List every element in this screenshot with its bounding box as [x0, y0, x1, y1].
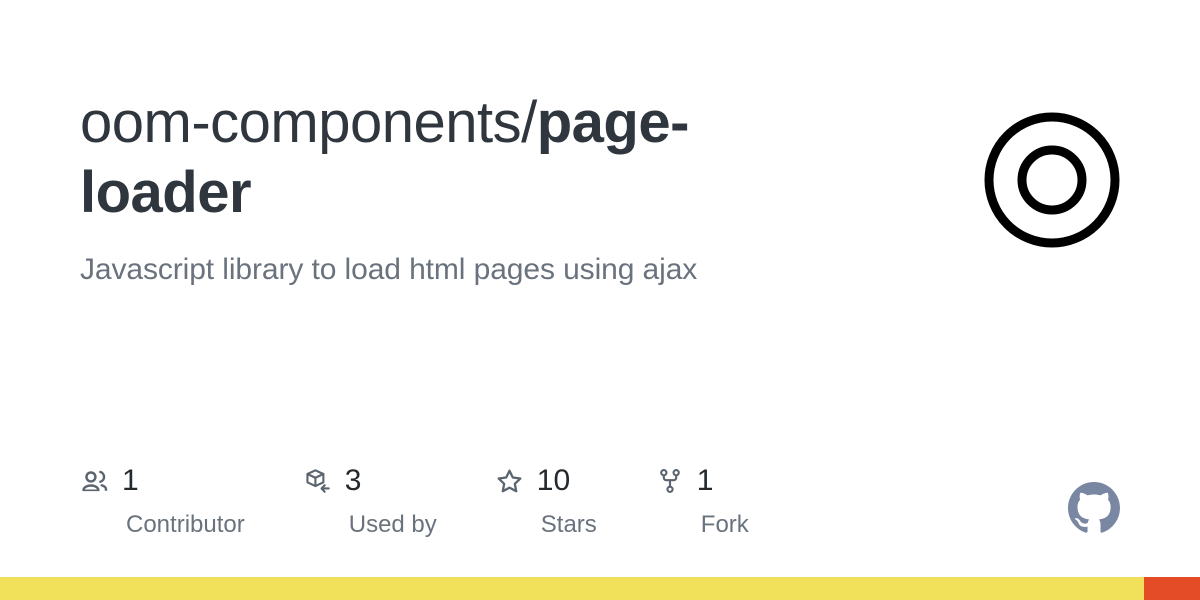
owner-avatar [984, 112, 1120, 248]
stat-top: 1 [655, 464, 714, 498]
language-segment-html [1143, 577, 1200, 600]
stat-top: 1 [80, 464, 139, 498]
stat-value: 3 [344, 464, 362, 497]
stat-label: Used by [348, 511, 437, 538]
stat-value: 1 [122, 464, 139, 497]
package-dependents-icon [303, 466, 333, 496]
card-header: oom-components/page-loader Javascript li… [80, 88, 1120, 290]
language-segment-javascript [0, 577, 1144, 600]
stat-used-by: 3 Used by [303, 464, 437, 540]
stat-label: Fork [700, 511, 749, 538]
people-icon [80, 466, 110, 496]
language-bar [0, 577, 1200, 600]
title-block: oom-components/page-loader Javascript li… [80, 88, 840, 290]
repo-forked-icon [655, 466, 685, 496]
stat-value: 10 [536, 464, 571, 497]
repo-description: Javascript library to load html pages us… [80, 253, 698, 286]
stat-contributors: 1 Contributor [80, 464, 245, 540]
repo-owner: oom-components/ [80, 90, 537, 155]
github-mark-icon [1068, 482, 1120, 534]
concentric-rings-avatar-icon [984, 112, 1120, 248]
star-icon [495, 466, 525, 496]
stat-label: Contributor [126, 511, 245, 538]
stats-row: 1 Contributor 3 Used by 10 Stars 1 Fork [80, 464, 1120, 540]
page-title: oom-components/page-loader [80, 88, 840, 228]
stat-value: 1 [696, 464, 714, 497]
stats-list: 1 Contributor 3 Used by 10 Stars 1 Fork [80, 464, 749, 540]
stat-forks: 1 Fork [655, 464, 749, 540]
stat-label: Stars [540, 511, 597, 538]
stat-top: 10 [495, 464, 570, 498]
stat-stars: 10 Stars [495, 464, 597, 540]
stat-top: 3 [303, 464, 362, 498]
repository-social-preview-card: oom-components/page-loader Javascript li… [0, 0, 1200, 600]
